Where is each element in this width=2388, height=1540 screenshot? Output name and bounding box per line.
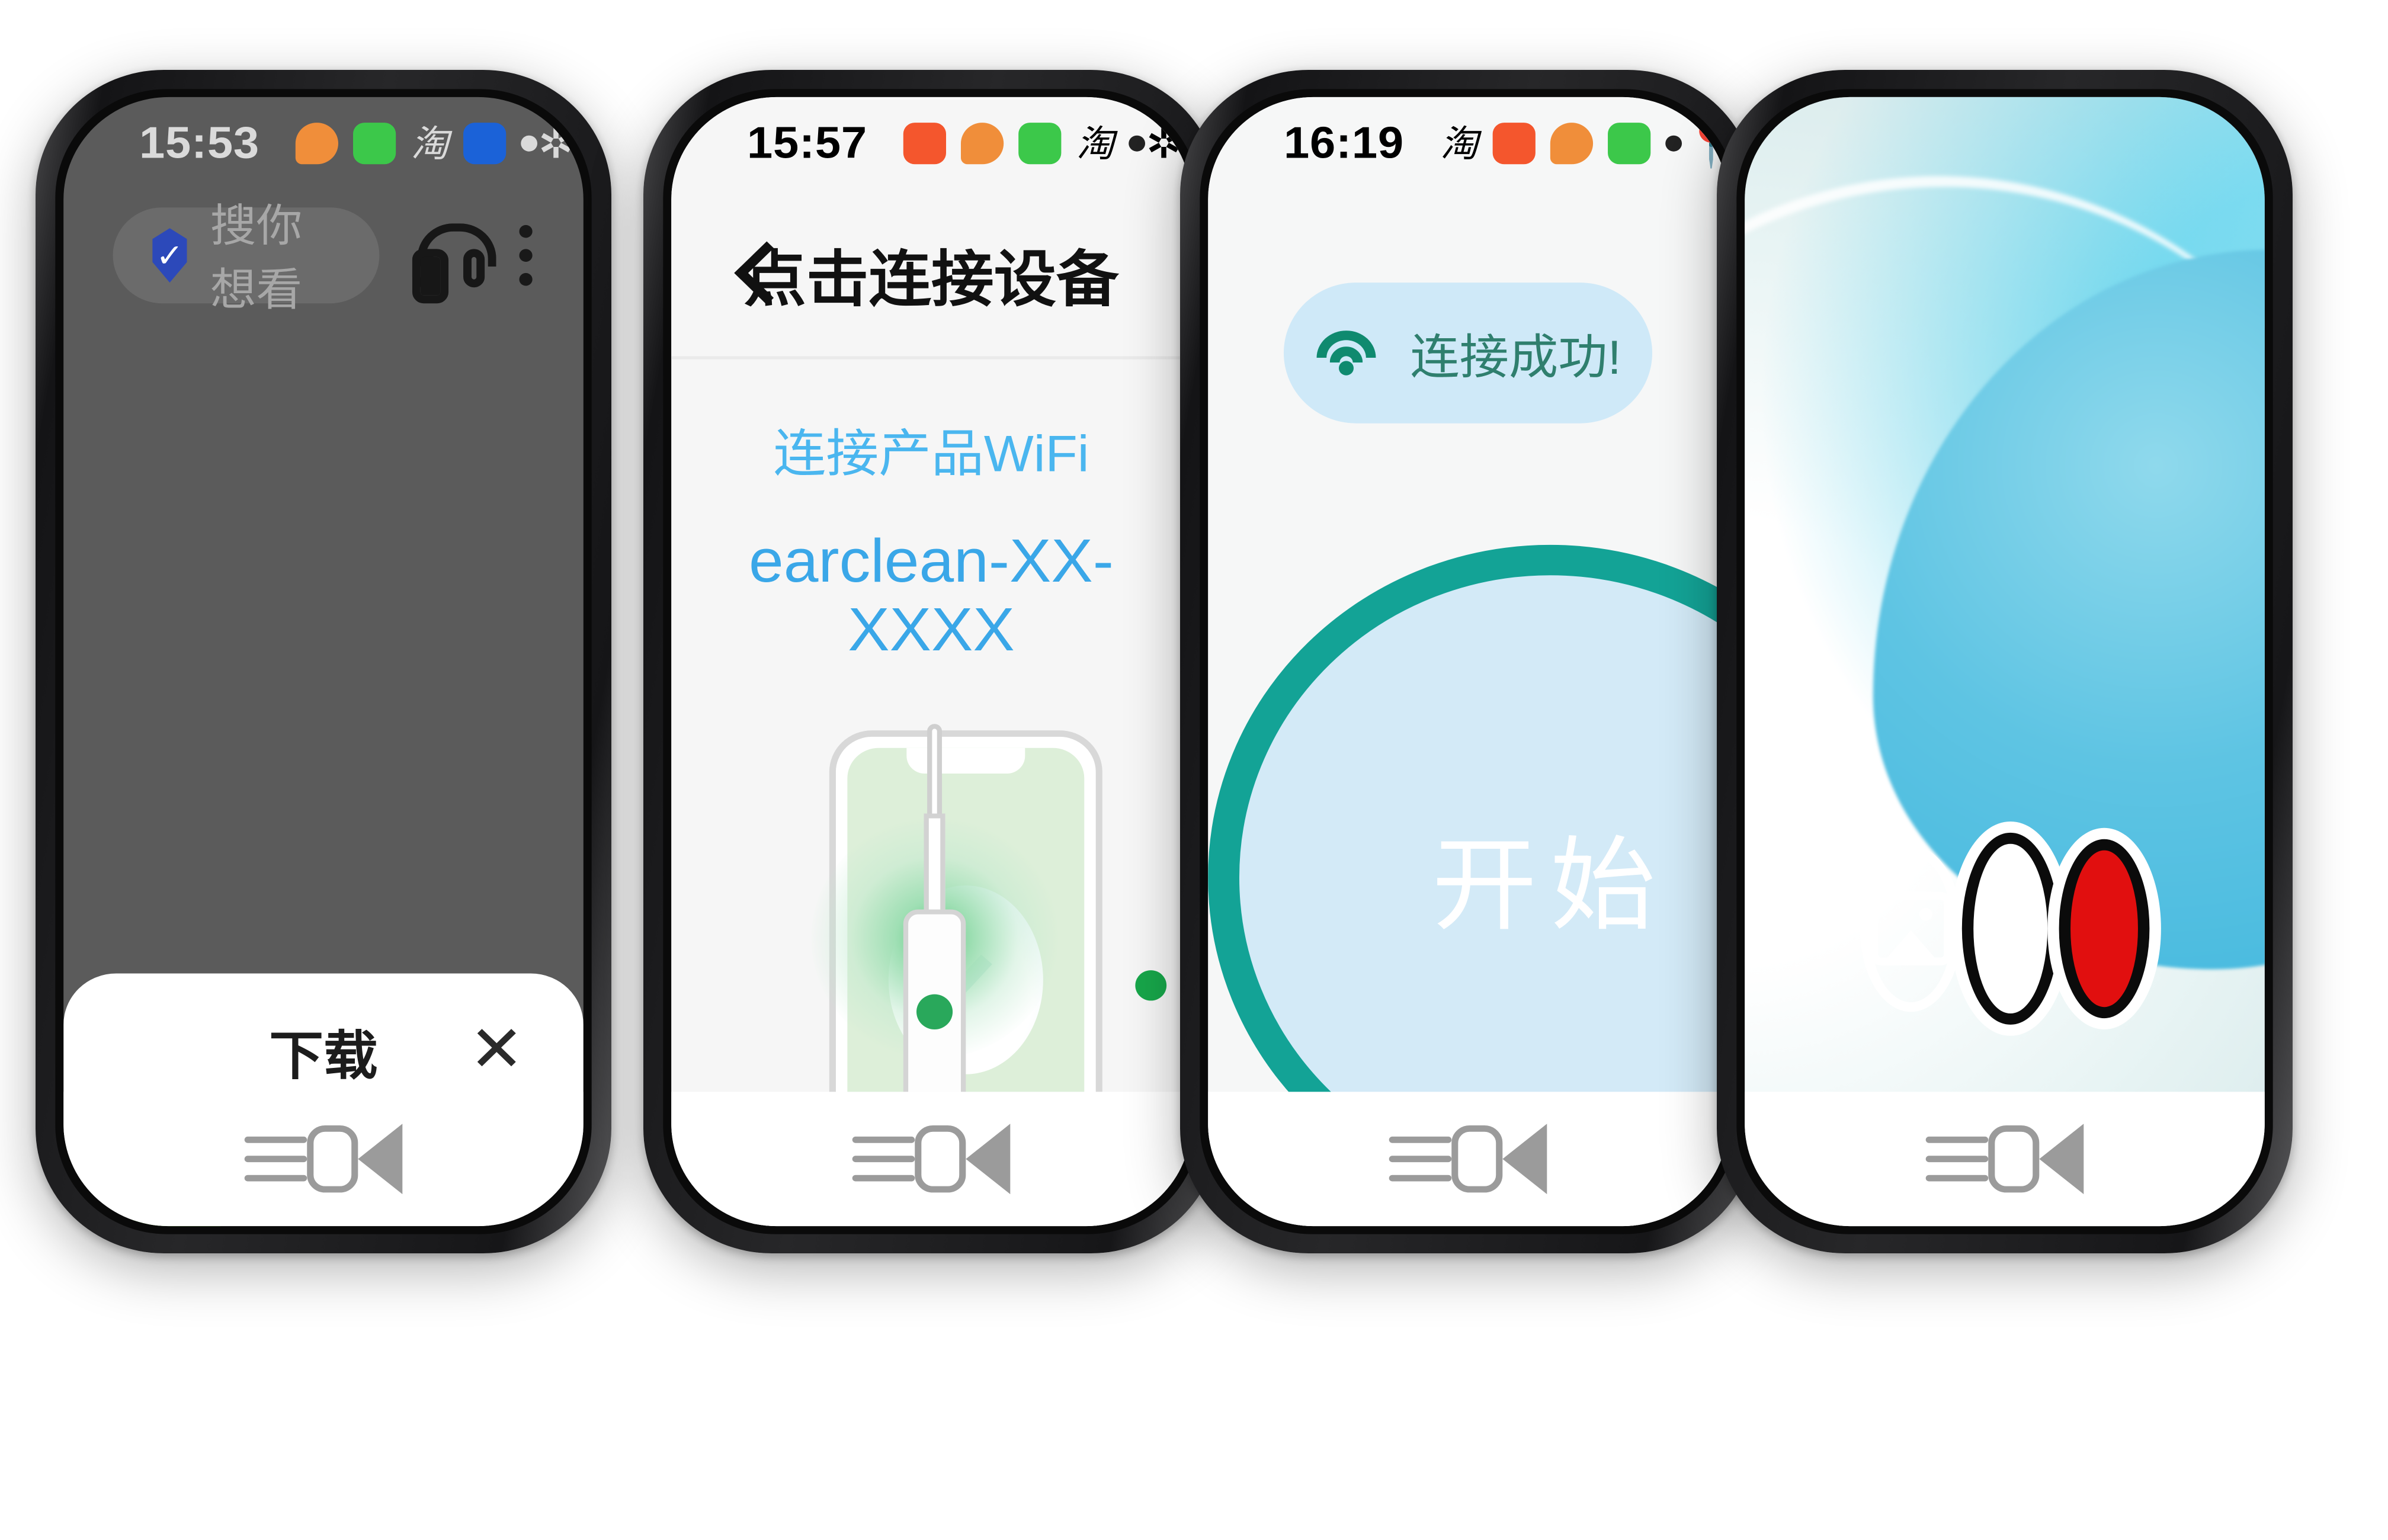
back-triangle-icon[interactable] bbox=[1502, 1124, 1547, 1195]
phone-4-bezel bbox=[1736, 89, 2273, 1234]
close-icon[interactable]: ✕ bbox=[469, 1018, 524, 1082]
person-icon bbox=[1493, 123, 1537, 165]
menu-icon[interactable] bbox=[244, 1136, 307, 1182]
dot-icon bbox=[521, 135, 538, 152]
connection-status-badge: 连接成功! bbox=[1283, 283, 1653, 424]
ssid-hint-line1: 连接产品WiFi bbox=[773, 425, 1089, 483]
dot-icon bbox=[1129, 135, 1146, 152]
bluetooth-icon: ✲ bbox=[538, 118, 575, 167]
shield-check-icon: ✓ bbox=[152, 228, 187, 283]
device-tip bbox=[927, 724, 943, 823]
dot-icon bbox=[1666, 135, 1683, 152]
phone-2-screen: 15:57 淘 ✲ 1.00 KB/S bbox=[671, 97, 1191, 1227]
status-time: 15:57 bbox=[746, 118, 868, 168]
pin-icon bbox=[961, 123, 1004, 165]
pin-icon bbox=[1551, 123, 1594, 165]
device-home-page: 16:19 淘 📍 669 KB/S bbox=[1208, 97, 1728, 1227]
more-menu-icon[interactable] bbox=[518, 224, 534, 286]
status-right-cluster: ✲ 44.0 KB/S HD 5G 5G 95 bbox=[538, 118, 584, 168]
menu-icon[interactable] bbox=[1389, 1136, 1452, 1182]
gallery-button[interactable] bbox=[1860, 845, 1962, 1012]
bluetooth-icon: ✲ bbox=[1146, 118, 1182, 167]
ssid-hint-line2: earclean-XX-XXXX bbox=[749, 528, 1114, 665]
menu-icon[interactable] bbox=[1925, 1136, 1989, 1182]
phone-4-frame bbox=[1717, 70, 2293, 1253]
message-icon bbox=[1018, 123, 1062, 165]
hello-icon bbox=[464, 123, 507, 165]
wifi-icon bbox=[1315, 331, 1377, 376]
search-placeholder: 搜你想看 bbox=[210, 201, 303, 315]
status-bar-2: 15:57 淘 ✲ 1.00 KB/S bbox=[671, 97, 1191, 190]
start-button-label: 开始 bbox=[1431, 827, 1669, 944]
search-input[interactable]: ✓ 搜你想看 bbox=[113, 201, 380, 315]
android-nav-bar bbox=[671, 1092, 1191, 1227]
phone-1-bezel: 15:53 淘 ✲ 44.0 KB/S HD bbox=[55, 89, 592, 1234]
pin-icon bbox=[296, 123, 339, 165]
phone-3-frame: 16:19 淘 📍 669 KB/S bbox=[1180, 70, 1756, 1253]
camera-controls bbox=[1745, 832, 2265, 1025]
message-icon bbox=[1608, 123, 1652, 165]
home-square-icon[interactable] bbox=[307, 1125, 358, 1193]
person-icon bbox=[903, 123, 947, 165]
otoscope-camera-page bbox=[1745, 97, 2265, 1227]
phone-2-bezel: 15:57 淘 ✲ 1.00 KB/S bbox=[663, 89, 1200, 1234]
phone-1-frame: 15:53 淘 ✲ 44.0 KB/S HD bbox=[36, 70, 611, 1253]
back-triangle-icon[interactable] bbox=[358, 1124, 403, 1195]
status-bar-1: 15:53 淘 ✲ 44.0 KB/S HD bbox=[63, 97, 584, 190]
headphones-icon[interactable] bbox=[412, 223, 496, 304]
record-button[interactable] bbox=[2058, 839, 2150, 1019]
phone-3-bezel: 16:19 淘 📍 669 KB/S bbox=[1200, 89, 1736, 1234]
device-shaft bbox=[924, 813, 945, 916]
home-square-icon[interactable] bbox=[1988, 1125, 2040, 1193]
message-icon bbox=[353, 123, 396, 165]
connect-page: 15:57 淘 ✲ 1.00 KB/S bbox=[671, 97, 1191, 1227]
status-time: 16:19 bbox=[1283, 118, 1405, 168]
phone-4-screen bbox=[1745, 97, 2265, 1227]
status-app-icons: 淘 bbox=[296, 123, 538, 165]
home-square-icon[interactable] bbox=[915, 1125, 966, 1193]
android-nav-bar bbox=[1208, 1092, 1728, 1227]
app-bar: 点击连接设备 bbox=[671, 190, 1191, 357]
back-triangle-icon[interactable] bbox=[2039, 1124, 2084, 1195]
phone-2-frame: 15:57 淘 ✲ 1.00 KB/S bbox=[643, 70, 1219, 1253]
taobao-icon: 淘 bbox=[411, 123, 450, 165]
status-bar-3: 16:19 淘 📍 669 KB/S bbox=[1208, 97, 1728, 190]
connection-status-text: 连接成功! bbox=[1410, 332, 1621, 385]
device-led-icon bbox=[916, 994, 953, 1029]
home-square-icon[interactable] bbox=[1451, 1125, 1503, 1193]
phone-3-screen: 16:19 淘 📍 669 KB/S bbox=[1208, 97, 1728, 1227]
status-app-icons: 淘 bbox=[903, 123, 1146, 165]
android-nav-bar bbox=[1745, 1092, 2265, 1227]
screenshot-canvas: 15:53 淘 ✲ 44.0 KB/S HD bbox=[0, 0, 2388, 1540]
android-nav-bar bbox=[63, 1092, 584, 1227]
sheet-title: 下载 bbox=[269, 1026, 378, 1086]
phone-1-screen: 15:53 淘 ✲ 44.0 KB/S HD bbox=[63, 97, 584, 1227]
status-app-icons: 淘 bbox=[1440, 123, 1683, 165]
browser-toolbar: ✓ 搜你想看 bbox=[63, 190, 584, 321]
taobao-icon: 淘 bbox=[1440, 123, 1479, 165]
image-icon bbox=[1870, 891, 1953, 965]
status-time: 15:53 bbox=[139, 118, 260, 168]
menu-icon[interactable] bbox=[852, 1136, 915, 1182]
otoscope-camera-feed bbox=[1745, 97, 2265, 1227]
back-triangle-icon[interactable] bbox=[966, 1124, 1011, 1195]
shutter-button[interactable] bbox=[1961, 832, 2059, 1025]
taobao-icon: 淘 bbox=[1076, 123, 1115, 165]
